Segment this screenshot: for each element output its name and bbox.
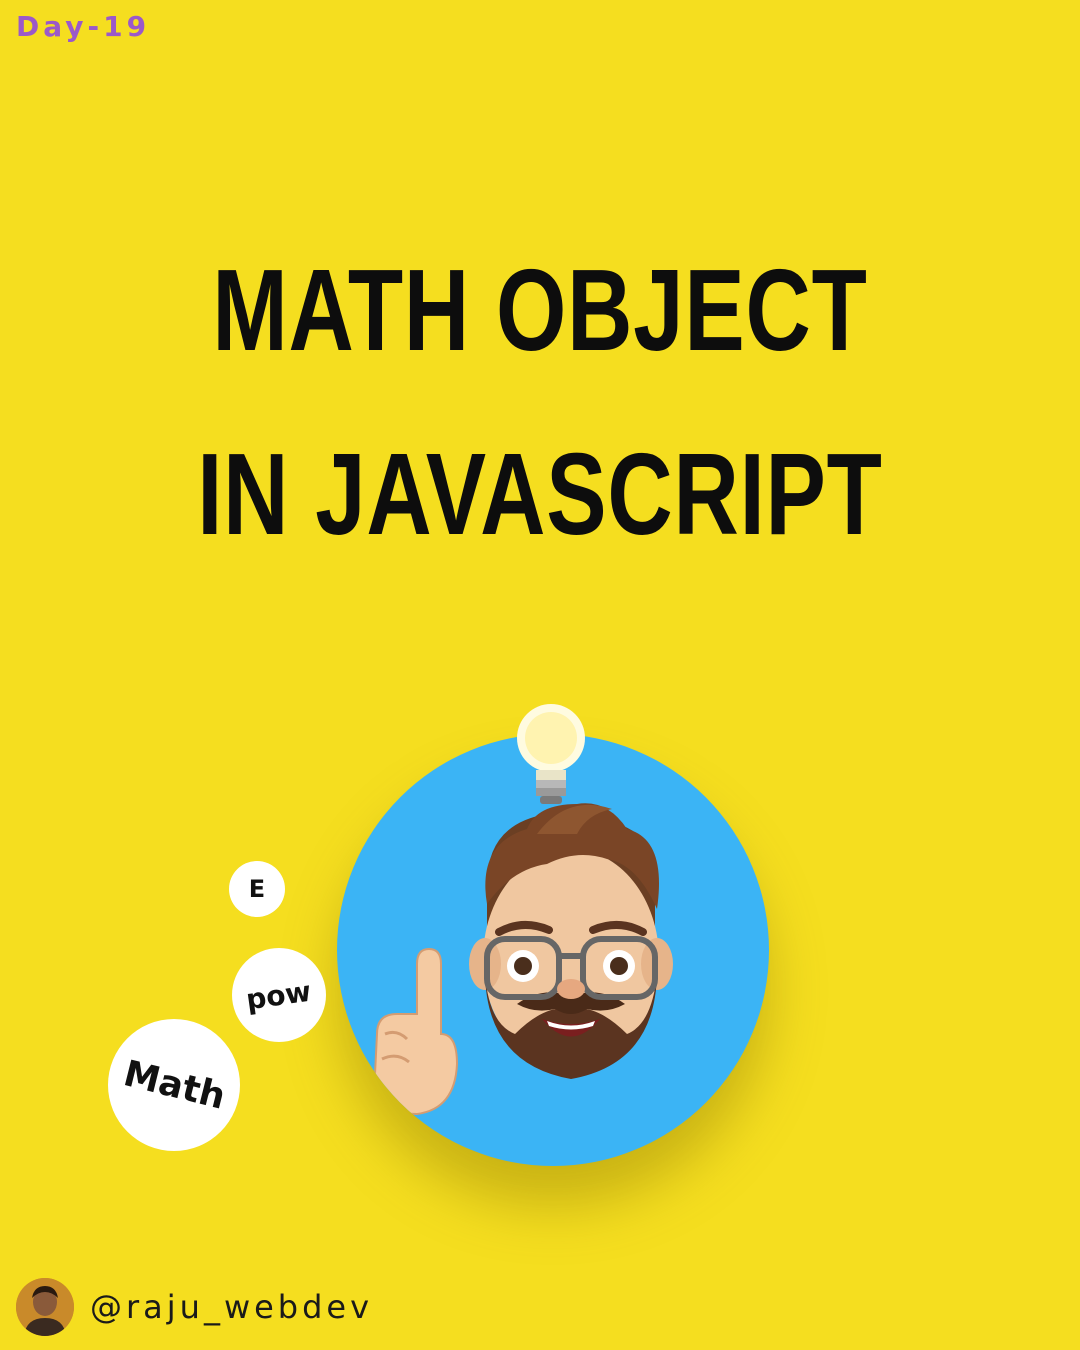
bubble-math: Math [108,1019,240,1151]
footer-handle[interactable]: @raju_webdev [90,1288,373,1326]
bubble-pow-label: pow [244,974,314,1016]
bubble-pow: pow [232,948,326,1042]
bubble-e-label: E [248,875,266,903]
title-line-2: IN JAVASCRIPT [197,429,883,559]
footer: @raju_webdev [16,1278,373,1336]
bubble-math-label: Math [119,1052,229,1118]
profile-avatar[interactable] [16,1278,74,1336]
lightbulb-icon [517,704,585,804]
day-label: Day-19 [16,10,151,43]
title-line-1: MATH OBJECT [212,245,868,375]
bubble-e: E [229,861,285,917]
